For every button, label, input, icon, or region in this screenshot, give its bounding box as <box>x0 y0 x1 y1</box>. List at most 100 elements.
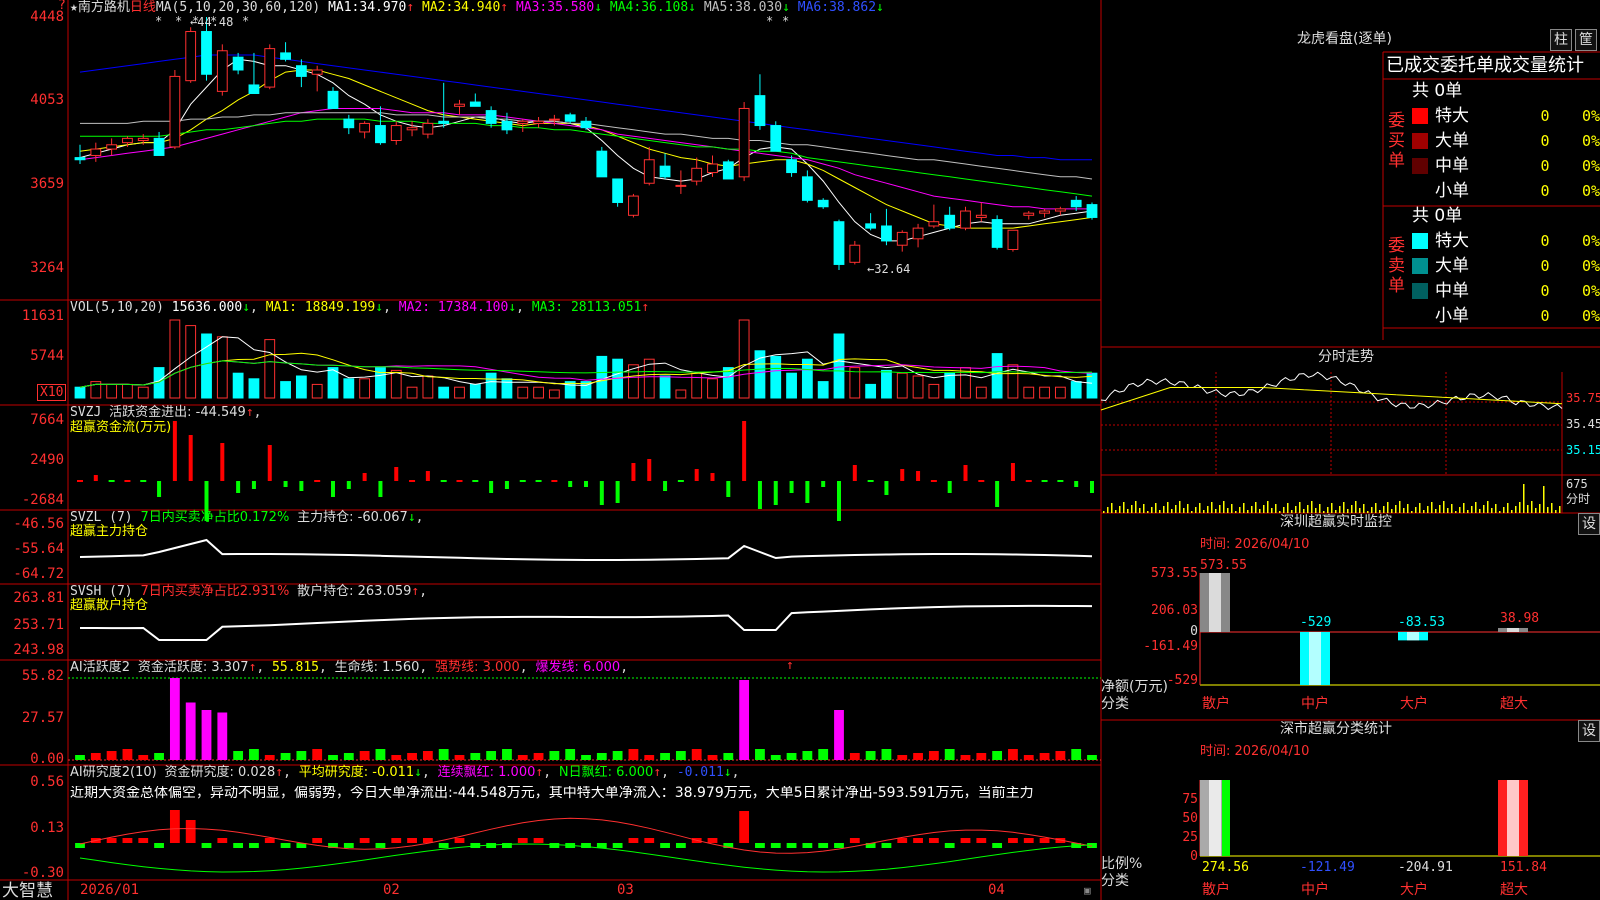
money-flow-bar <box>789 481 794 493</box>
intraday-volume-bar <box>1315 508 1317 513</box>
intraday-volume-bar <box>1543 486 1545 513</box>
bar-view-button[interactable]: 柱 <box>1550 29 1572 51</box>
research-bar <box>1008 838 1018 843</box>
intraday-volume-bar <box>1467 510 1469 513</box>
money-flow-dash <box>124 480 131 482</box>
intraday-volume-bar <box>1171 509 1173 513</box>
research-bar <box>517 838 528 843</box>
volume-bar <box>991 353 1003 399</box>
intraday-volume-bar <box>1423 510 1425 513</box>
volume-bar <box>343 378 355 399</box>
candle <box>311 69 323 75</box>
activity-bar <box>1039 753 1050 760</box>
intraday-volume-bar <box>1179 501 1181 513</box>
activity-bar <box>106 751 117 760</box>
intraday-volume-bar <box>1123 502 1125 513</box>
intraday-volume-bar <box>1275 504 1277 513</box>
activity-bar <box>549 751 560 760</box>
money-flow-bar <box>346 481 351 489</box>
intraday-volume-bar <box>1235 511 1237 513</box>
volume-bar <box>770 355 782 399</box>
candle <box>991 219 1003 248</box>
volume-bar <box>185 325 197 399</box>
intraday-volume-bar <box>1191 511 1193 513</box>
activity-bar <box>391 755 402 760</box>
intraday-volume-bar <box>1159 510 1161 513</box>
money-flow-dash <box>535 480 542 482</box>
volume-bar <box>311 383 323 399</box>
intraday-volume-bar <box>1139 508 1141 513</box>
activity-bar <box>233 751 244 760</box>
candle <box>1054 208 1066 212</box>
chart-canvas[interactable] <box>0 0 1600 900</box>
money-flow-dash <box>677 480 684 482</box>
intraday-volume-bar <box>1107 507 1109 513</box>
intraday-volume-bar <box>1311 501 1313 513</box>
activity-bar <box>138 755 149 760</box>
candle <box>1023 212 1035 216</box>
activity-bar <box>375 749 386 760</box>
activity-bar <box>755 749 765 760</box>
candle <box>596 150 608 178</box>
candle <box>137 137 149 142</box>
activity-bar <box>897 755 908 760</box>
activity-bar <box>849 753 860 760</box>
volume-bar <box>1039 386 1050 399</box>
intraday-volume-bar <box>1287 503 1289 513</box>
research-bar <box>280 843 291 848</box>
intraday-volume-bar <box>1483 505 1485 513</box>
intraday-volume-bar <box>1551 503 1553 513</box>
candle <box>280 52 291 60</box>
activity-bar <box>75 755 85 760</box>
intraday-volume-bar <box>1451 504 1453 513</box>
monitor-settings-button[interactable]: 设 <box>1578 513 1600 535</box>
research-bar <box>960 838 971 843</box>
volume-bar <box>406 386 418 399</box>
volume-bar <box>659 375 671 399</box>
money-flow-bar <box>283 481 288 487</box>
candle <box>122 137 133 144</box>
volume-bar <box>201 333 212 399</box>
intraday-volume-bar <box>1495 504 1497 513</box>
intraday-volume-bar <box>1519 502 1521 513</box>
intraday-volume-bar <box>1395 505 1397 513</box>
money-flow-bar <box>299 481 304 491</box>
candle <box>501 120 513 131</box>
activity-bar <box>90 753 101 760</box>
candle <box>659 165 671 178</box>
frame-view-button[interactable]: 筐 <box>1575 29 1597 51</box>
activity-bar <box>185 702 196 760</box>
intraday-volume-bar <box>1299 502 1301 513</box>
intraday-volume-bar <box>1335 510 1337 513</box>
research-bar <box>596 843 607 848</box>
candle <box>833 221 845 265</box>
candle <box>564 114 576 122</box>
research-bar <box>533 838 544 843</box>
candle <box>975 214 987 218</box>
activity-bar <box>960 755 971 760</box>
volume-bar <box>975 386 987 399</box>
money-flow-dash <box>1057 480 1064 482</box>
research-bar <box>1039 838 1050 843</box>
monitor-bar-highlight <box>1407 632 1419 641</box>
intraday-volume-bar <box>1443 501 1445 513</box>
volume-bar <box>912 375 924 399</box>
classify-settings-button[interactable]: 设 <box>1578 720 1600 742</box>
candle <box>327 90 339 109</box>
volume-bar <box>928 383 940 399</box>
money-flow-bar <box>489 481 494 493</box>
money-flow-bar <box>694 469 699 481</box>
intraday-volume-bar <box>1539 504 1541 513</box>
activity-bar <box>296 751 307 760</box>
intraday-volume-bar <box>1223 501 1225 513</box>
candle <box>1070 199 1082 208</box>
intraday-volume-bar <box>1439 505 1441 513</box>
research-bar <box>549 843 560 848</box>
intraday-volume-bar <box>1459 507 1461 513</box>
candle <box>169 75 181 148</box>
intraday-volume-bar <box>1343 502 1345 513</box>
activity-bar <box>217 712 228 760</box>
activity-bar <box>865 751 876 760</box>
volume-bar <box>548 389 560 399</box>
research-bar <box>928 838 939 843</box>
